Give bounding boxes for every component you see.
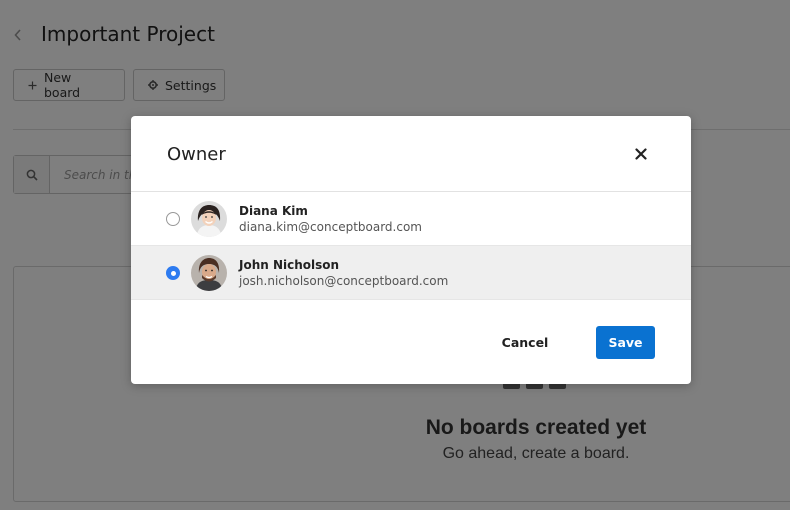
dialog-title: Owner — [167, 144, 226, 165]
owner-option-selected[interactable]: John Nicholson josh.nicholson@conceptboa… — [131, 246, 691, 300]
dialog-footer: Cancel Save — [131, 300, 691, 384]
owner-email: josh.nicholson@conceptboard.com — [239, 274, 449, 288]
dialog-header: Owner — [131, 116, 691, 192]
owner-dialog: Owner Diana Kim diana.kim@conceptboard.c… — [131, 116, 691, 384]
close-icon[interactable] — [631, 144, 651, 164]
owner-radio-checked[interactable] — [166, 266, 180, 280]
cancel-button[interactable]: Cancel — [491, 326, 559, 358]
owner-name: John Nicholson — [239, 258, 340, 272]
owner-name: Diana Kim — [239, 204, 308, 218]
owner-radio[interactable] — [166, 212, 180, 226]
save-button[interactable]: Save — [596, 326, 655, 359]
owner-option[interactable]: Diana Kim diana.kim@conceptboard.com — [131, 192, 691, 246]
avatar — [191, 201, 227, 237]
avatar — [191, 255, 227, 291]
owner-email: diana.kim@conceptboard.com — [239, 220, 422, 234]
